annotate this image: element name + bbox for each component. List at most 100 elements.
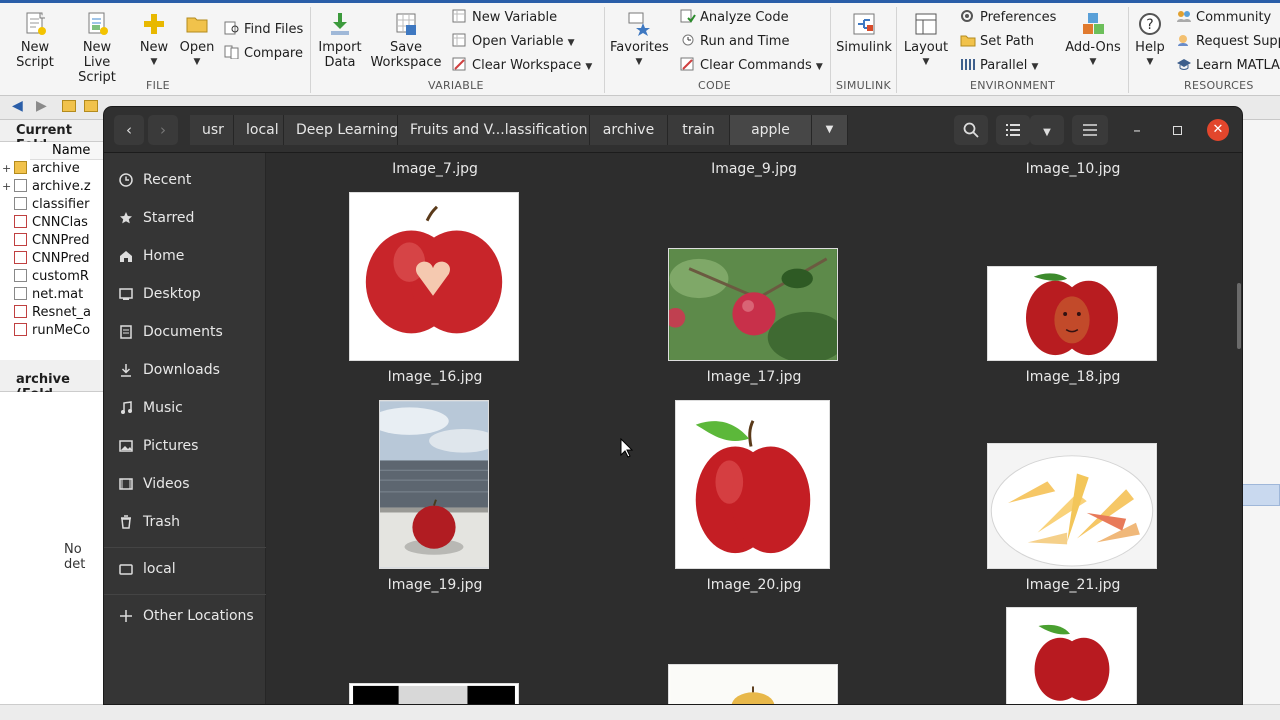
set-path-button[interactable]: Set Path [960,32,1034,52]
folder-list-item[interactable]: CNNPred [14,250,89,268]
forward-button[interactable]: › [148,115,178,145]
find-files-button[interactable]: Find Files [224,20,303,40]
file-name[interactable]: Image_17.jpg [654,369,854,385]
name-column-header[interactable]: Name [30,142,104,160]
zip-file-icon [14,179,27,192]
preferences-button[interactable]: Preferences [960,8,1056,28]
view-options-button[interactable]: ▼ [1030,115,1064,145]
close-button[interactable]: ✕ [1207,119,1229,141]
compare-icon [224,45,239,59]
new-script-button[interactable]: New Script [8,11,62,70]
sidebar-item-trash[interactable]: Trash [104,507,266,537]
breadcrumb-item[interactable]: Fruits and V...lassification [398,115,590,145]
thumbnail-image-19[interactable] [379,400,489,569]
compare-button[interactable]: Compare [224,44,303,64]
back-button[interactable]: ‹ [114,115,144,145]
favorites-button[interactable]: Favorites ▼ [610,11,669,70]
sidebar-item-documents[interactable]: Documents [104,317,266,347]
chevron-down-icon: ▼ [1043,127,1051,138]
analyze-code-button[interactable]: Analyze Code [680,8,789,28]
folder-list-item[interactable]: CNNClas [14,214,88,232]
file-name[interactable]: Image_19.jpg [335,577,535,593]
sidebar-item-videos[interactable]: Videos [104,469,266,499]
help-button[interactable]: ? Help ▼ [1132,11,1168,70]
sidebar-item-desktop[interactable]: Desktop [104,279,266,309]
browse-folder-icon[interactable] [84,100,98,112]
folder-list-item[interactable]: + archive.z [2,178,91,196]
sidebar-item-label: Pictures [143,438,199,454]
sidebar-item-music[interactable]: Music [104,393,266,423]
import-data-button[interactable]: Import Data [316,11,364,70]
breadcrumb-item[interactable]: Deep Learning [284,115,398,145]
sidebar-item-starred[interactable]: Starred [104,203,266,233]
folder-up-icon[interactable] [62,100,76,112]
file-name[interactable]: Image_20.jpg [654,577,854,593]
file-name[interactable]: Image_9.jpg [654,161,854,177]
expand-icon[interactable]: + [2,160,11,178]
sidebar-item-home[interactable]: Home [104,241,266,271]
folder-list-item[interactable]: runMeCo [14,322,90,340]
folder-list-item[interactable]: CNNPred [14,232,89,250]
clock-icon [119,173,133,187]
run-and-time-button[interactable]: Run and Time [680,32,789,52]
folder-list-item[interactable]: customR [14,268,89,286]
back-arrow-icon[interactable]: ◀ [12,98,23,114]
forward-arrow-icon[interactable]: ▶ [36,98,47,114]
thumbnail-image-16[interactable] [349,192,519,361]
thumbnail-image-17[interactable] [668,248,838,361]
breadcrumb-item[interactable]: apple [730,115,812,145]
maximize-button[interactable] [1162,115,1192,145]
file-name[interactable]: Image_18.jpg [973,369,1173,385]
minimize-button[interactable]: – [1122,115,1152,145]
file-name[interactable]: Image_21.jpg [973,577,1173,593]
clear-workspace-button[interactable]: Clear Workspace ▼ [452,56,592,76]
file-name[interactable]: Image_16.jpg [335,369,535,385]
expand-icon[interactable]: + [2,178,11,196]
sidebar-item-pictures[interactable]: Pictures [104,431,266,461]
sidebar-item-label: local [143,561,176,577]
open-button[interactable]: Open ▼ [178,11,216,70]
breadcrumb-item[interactable]: local [234,115,284,145]
thumbnail-partial[interactable] [668,664,838,704]
thumbnail-partial[interactable] [1006,607,1137,704]
open-variable-button[interactable]: Open Variable ▼ [452,32,575,52]
new-button[interactable]: New ▼ [136,11,172,70]
list-view-button[interactable] [996,115,1030,145]
breadcrumb-dropdown-chevron-icon[interactable]: ▼ [812,115,848,145]
folder-list-item[interactable]: + archive [2,160,80,178]
folder-list-item[interactable]: Resnet_a [14,304,91,322]
chevron-down-icon: ▼ [585,62,593,72]
search-button[interactable] [954,115,988,145]
sidebar-item-local[interactable]: local [104,554,266,584]
clear-commands-button[interactable]: Clear Commands ▼ [680,56,823,76]
file-name[interactable]: Image_10.jpg [973,161,1173,177]
thumbnail-image-20[interactable] [675,400,830,569]
layout-button[interactable]: Layout ▼ [902,11,950,70]
thumbnail-image-18[interactable] [987,266,1157,361]
vertical-scrollbar[interactable] [1237,283,1241,349]
sidebar-item-recent[interactable]: Recent [104,165,266,195]
breadcrumb-item[interactable]: usr [190,115,234,145]
save-workspace-button[interactable]: Save Workspace [370,11,442,70]
folder-list-item[interactable]: classifier [14,196,89,214]
sidebar-item-downloads[interactable]: Downloads [104,355,266,385]
file-name[interactable]: Image_7.jpg [335,161,535,177]
breadcrumb-item[interactable]: archive [590,115,668,145]
set-path-icon [960,35,976,47]
folder-list-item[interactable]: net.mat [14,286,83,304]
svg-text:?: ? [1146,17,1153,33]
partial-apple-image [670,665,836,704]
new-variable-button[interactable]: New Variable [452,8,557,28]
new-live-script-button[interactable]: New Live Script [64,11,130,85]
thumbnail-image-21[interactable] [987,443,1157,569]
request-support-button[interactable]: Request Supp [1176,32,1280,52]
sidebar-item-other-locations[interactable]: Other Locations [104,601,266,631]
community-button[interactable]: Community [1176,8,1271,28]
menu-button[interactable] [1072,115,1108,145]
simulink-button[interactable]: Simulink [834,11,894,55]
learn-matlab-button[interactable]: Learn MATLAB [1176,56,1280,76]
breadcrumb-item[interactable]: train [668,115,730,145]
parallel-button[interactable]: Parallel ▼ [960,56,1038,76]
thumbnail-partial[interactable] [349,683,519,704]
add-ons-button[interactable]: Add-Ons ▼ [1064,11,1122,70]
